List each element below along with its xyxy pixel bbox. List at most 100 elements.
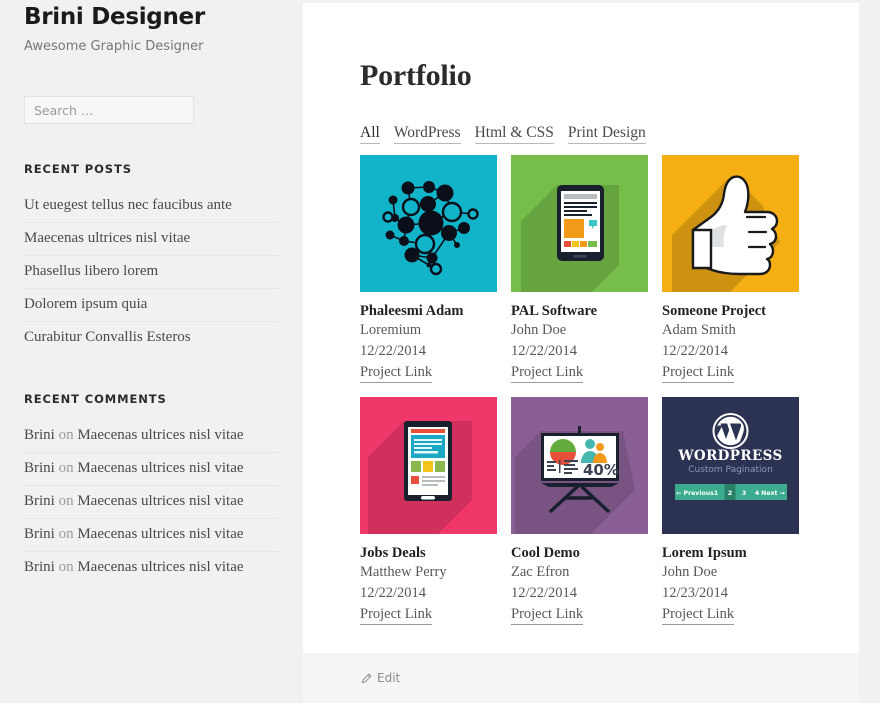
portfolio-item: Phaleesmi Adam Loremium 12/22/2014 Proje… (360, 155, 497, 383)
wordpress-heading: WORDPRESS (677, 448, 782, 464)
portfolio-item-date: 12/23/2014 (662, 585, 729, 601)
list-item[interactable]: Brini on Maecenas ultrices nisl vitae (24, 420, 279, 453)
portfolio-thumbnail[interactable]: WORDPRESS Custom Pagination ← Previous 1… (662, 397, 799, 534)
svg-text:4: 4 (755, 489, 760, 497)
pagination-bar: ← Previous 1 2 3 4 Next → (675, 484, 787, 500)
wordpress-mark (712, 413, 749, 449)
content-panel: Portfolio All WordPress Html & CSS Print… (303, 3, 859, 703)
portfolio-item-client: John Doe (662, 564, 718, 580)
comment-author[interactable]: Brini (24, 427, 55, 443)
comment-author[interactable]: Brini (24, 460, 55, 476)
page-root: Brini Designer Awesome Graphic Designer … (0, 0, 880, 703)
list-item[interactable]: Brini on Maecenas ultrices nisl vitae (24, 552, 279, 584)
comment-on-label: on (58, 493, 74, 509)
sidebar: Brini Designer Awesome Graphic Designer … (0, 0, 303, 703)
recent-posts-list: Ut euegest tellus nec faucibus ante Maec… (24, 190, 279, 354)
recent-post-link[interactable]: Phasellus libero lorem (24, 263, 158, 279)
svg-text:Next →: Next → (761, 490, 785, 497)
search-input[interactable] (24, 96, 194, 124)
tab-html-css[interactable]: Html & CSS (474, 124, 554, 144)
recent-post-link[interactable]: Curabitur Convallis Esteros (24, 329, 191, 345)
comment-on-label: on (58, 460, 74, 476)
portfolio-item-title: Phaleesmi Adam (360, 303, 464, 319)
svg-text:3: 3 (742, 489, 747, 497)
list-item[interactable]: Phasellus libero lorem (24, 256, 279, 289)
recent-post-link[interactable]: Maecenas ultrices nisl vitae (24, 230, 190, 246)
portfolio-item-date: 12/22/2014 (360, 343, 427, 359)
portfolio-item-date: 12/22/2014 (511, 343, 578, 359)
edit-label: Edit (377, 671, 401, 685)
recent-posts-widget: Recent Posts Ut euegest tellus nec fauci… (24, 162, 279, 354)
list-item[interactable]: Brini on Maecenas ultrices nisl vitae (24, 486, 279, 519)
site-title[interactable]: Brini Designer (24, 0, 279, 31)
portfolio-thumbnail[interactable] (511, 155, 648, 292)
comment-on-label: on (58, 526, 74, 542)
site-description: Awesome Graphic Designer (24, 39, 204, 54)
list-item[interactable]: Ut euegest tellus nec faucibus ante (24, 190, 279, 223)
portfolio-item: WORDPRESS Custom Pagination ← Previous 1… (662, 397, 799, 625)
recent-posts-title: Recent Posts (24, 162, 132, 176)
thumbs-up-icon (662, 155, 799, 292)
portfolio-thumbnail[interactable] (360, 155, 497, 292)
portfolio-item-client: Zac Efron (511, 564, 570, 580)
list-item[interactable]: Dolorem ipsum quia (24, 289, 279, 322)
portfolio-item-client: John Doe (511, 322, 567, 338)
portfolio-item-title: Cool Demo (511, 545, 580, 561)
comment-author[interactable]: Brini (24, 526, 55, 542)
list-item[interactable]: Maecenas ultrices nisl vitae (24, 223, 279, 256)
recent-comments-list: Brini on Maecenas ultrices nisl vitae Br… (24, 420, 279, 584)
portfolio-item: Jobs Deals Matthew Perry 12/22/2014 Proj… (360, 397, 497, 625)
portfolio-item-client: Adam Smith (662, 322, 736, 338)
pencil-icon (361, 673, 372, 683)
svg-text:2: 2 (728, 489, 733, 497)
svg-text:1: 1 (714, 489, 719, 497)
portfolio-item: PAL Software John Doe 12/22/2014 Project… (511, 155, 648, 383)
portfolio-item-link[interactable]: Project Link (662, 362, 735, 383)
comment-post-link[interactable]: Maecenas ultrices nisl vitae (77, 493, 243, 509)
list-item[interactable]: Brini on Maecenas ultrices nisl vitae (24, 519, 279, 552)
search-widget (24, 96, 279, 124)
tab-all[interactable]: All (360, 124, 380, 144)
portfolio-item-link[interactable]: Project Link (511, 362, 584, 383)
comment-author[interactable]: Brini (24, 493, 55, 509)
portfolio-item-date: 12/22/2014 (360, 585, 427, 601)
portfolio-item-link[interactable]: Project Link (360, 604, 433, 625)
portfolio-grid: Phaleesmi Adam Loremium 12/22/2014 Proje… (360, 155, 800, 625)
svg-text:40%: 40% (583, 461, 619, 479)
portfolio-item-title: Jobs Deals (360, 545, 426, 561)
portfolio-thumbnail[interactable] (662, 155, 799, 292)
portfolio-item: 40% Cool Demo Zac Efron 12/22/2014 Proje… (511, 397, 648, 625)
recent-post-link[interactable]: Dolorem ipsum quia (24, 296, 147, 312)
tab-wordpress[interactable]: WordPress (393, 124, 461, 144)
comment-post-link[interactable]: Maecenas ultrices nisl vitae (77, 460, 243, 476)
portfolio-thumbnail[interactable]: 40% (511, 397, 648, 534)
recent-comments-title: Recent Comments (24, 392, 167, 406)
comment-post-link[interactable]: Maecenas ultrices nisl vitae (77, 526, 243, 542)
portfolio-item-link[interactable]: Project Link (360, 362, 433, 383)
portfolio-item-title: Lorem Ipsum (662, 545, 747, 561)
smartphone-webpage-icon (360, 397, 497, 534)
tab-print-design[interactable]: Print Design (567, 124, 646, 144)
network-graph-icon (360, 155, 497, 292)
comment-author[interactable]: Brini (24, 559, 55, 575)
recent-comments-widget: Recent Comments Brini on Maecenas ultric… (24, 392, 279, 584)
recent-post-link[interactable]: Ut euegest tellus nec faucibus ante (24, 197, 232, 213)
portfolio-item-client: Loremium (360, 322, 422, 338)
portfolio-thumbnail[interactable] (360, 397, 497, 534)
presentation-chart-icon: 40% (511, 397, 648, 534)
content-inner: Portfolio All WordPress Html & CSS Print… (303, 3, 859, 625)
list-item[interactable]: Curabitur Convallis Esteros (24, 322, 279, 354)
comment-on-label: on (58, 427, 74, 443)
comment-post-link[interactable]: Maecenas ultrices nisl vitae (77, 427, 243, 443)
portfolio-item-title: Someone Project (662, 303, 767, 319)
svg-text:← Previous: ← Previous (676, 490, 714, 497)
portfolio-item-date: 12/22/2014 (511, 585, 578, 601)
edit-link[interactable]: Edit (361, 671, 400, 685)
portfolio-item-title: PAL Software (511, 303, 598, 319)
portfolio-item-link[interactable]: Project Link (511, 604, 584, 625)
list-item[interactable]: Brini on Maecenas ultrices nisl vitae (24, 453, 279, 486)
portfolio-item-link[interactable]: Project Link (662, 604, 735, 625)
comment-post-link[interactable]: Maecenas ultrices nisl vitae (77, 559, 243, 575)
portfolio-item-date: 12/22/2014 (662, 343, 729, 359)
portfolio-filter-tabs: All WordPress Html & CSS Print Design (360, 124, 801, 144)
